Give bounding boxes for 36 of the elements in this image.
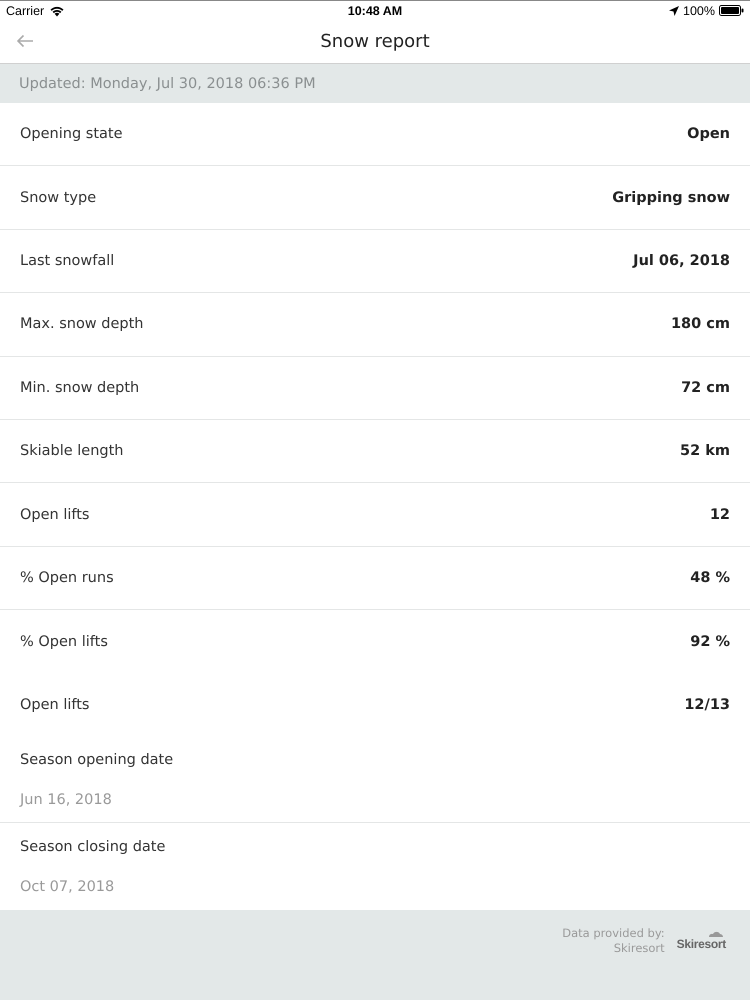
screen-title: Snow report — [320, 31, 430, 52]
updated-text: Updated: Monday, Jul 30, 2018 06:36 PM — [19, 76, 316, 92]
row-label: Max. snow depth — [20, 316, 144, 332]
credit-name: Skiresort — [614, 940, 665, 955]
row-label: % Open runs — [20, 570, 114, 586]
row-value: Jul 06, 2018 — [633, 252, 730, 269]
row-label: Snow type — [20, 190, 96, 206]
row-value: 12 — [710, 506, 730, 523]
row-value: 52 km — [680, 443, 730, 460]
row-value: 48 % — [690, 570, 730, 586]
battery-percent: 100% — [683, 4, 715, 18]
row-label: Last snowfall — [20, 252, 114, 269]
row-value: Open — [687, 126, 730, 142]
skiresort-logo: Skiresort — [676, 928, 726, 951]
row-label: Opening state — [20, 126, 122, 142]
battery-icon — [718, 5, 744, 16]
wifi-icon — [49, 4, 66, 16]
carrier-label: Carrier — [6, 4, 44, 18]
credit-label: Data provided by: — [562, 926, 665, 940]
row-value: Gripping snow — [612, 190, 730, 206]
row-label: Open lifts — [20, 506, 90, 523]
back-button[interactable] — [14, 32, 36, 50]
row-label: Skiable length — [20, 443, 124, 460]
row-label: Open lifts — [20, 697, 90, 714]
row-value: 92 % — [690, 634, 730, 650]
row-value: 12/13 — [684, 697, 730, 714]
row-value: 72 cm — [681, 380, 730, 396]
row-label: Min. snow depth — [20, 380, 140, 396]
row-value: 180 cm — [670, 316, 730, 332]
status-time: 10:48 AM — [348, 4, 402, 18]
row-date: Oct 07, 2018 — [20, 878, 116, 895]
row-label: Season closing date — [20, 838, 166, 855]
location-arrow-icon — [669, 6, 679, 16]
row-date: Jun 16, 2018 — [20, 792, 113, 808]
row-label: Season opening date — [20, 752, 174, 768]
row-label: % Open lifts — [20, 634, 108, 650]
